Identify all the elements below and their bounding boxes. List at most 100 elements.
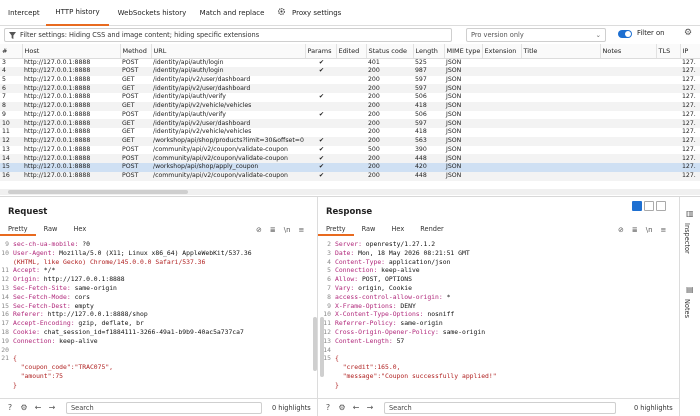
table-cell xyxy=(656,84,680,93)
tab-hex[interactable]: Hex xyxy=(65,222,94,236)
back-icon[interactable]: ← xyxy=(350,403,362,412)
table-cell: /identity/api/auth/verify xyxy=(153,93,226,101)
forward-icon[interactable]: → xyxy=(364,403,376,412)
filter-settings-button[interactable]: Filter settings: Hiding CSS and image co… xyxy=(4,28,452,42)
table-cell xyxy=(305,119,336,128)
code-line: 11 Accept: */* xyxy=(0,266,310,275)
request-editor[interactable]: 9 sec-ch-ua-mobile: ?0 10 User-Agent: Mozil… xyxy=(0,240,310,390)
back-icon[interactable]: ← xyxy=(32,403,44,412)
table-cell: /community/api/v2/coupon/validate-coupon xyxy=(153,145,288,153)
newline-icon[interactable]: \n xyxy=(646,226,653,234)
table-row[interactable]: 7 http://127.0.0.1:8888 POST/identity/api/… xyxy=(0,93,700,102)
column-header[interactable]: Method xyxy=(120,44,152,59)
help-icon[interactable]: ? xyxy=(322,403,334,412)
table-row[interactable]: 5 http://127.0.0.1:8888 GET/identity/api/v… xyxy=(0,76,700,85)
table-cell: /identity/api/v2/user/dashboard xyxy=(151,119,305,128)
table-row[interactable]: 3 http://127.0.0.1:8888 POST/identity/api/… xyxy=(0,58,700,67)
forward-icon[interactable]: → xyxy=(46,403,58,412)
column-header[interactable]: Title xyxy=(521,44,601,59)
table-cell: 200 xyxy=(368,75,380,83)
settings-icon[interactable]: ⚙ xyxy=(336,403,348,412)
table-row[interactable]: 15 http://127.0.0.1:8888 POST/workshop/api… xyxy=(0,163,700,172)
column-header[interactable]: TLS xyxy=(656,44,681,59)
table-row[interactable]: 13 http://127.0.0.1:8888 POST/community/ap… xyxy=(0,146,700,155)
tab-raw[interactable]: Raw xyxy=(36,222,66,236)
table-row[interactable]: 8 http://127.0.0.1:8888 GET/identity/api/v… xyxy=(0,101,700,111)
column-header[interactable]: Notes xyxy=(600,44,657,59)
tab-websockets-history[interactable]: WebSockets history xyxy=(109,0,195,26)
column-header[interactable]: URL xyxy=(151,44,306,59)
table-cell: 127. xyxy=(682,58,696,66)
code-line: 2 Server: openresty/1.27.1.2 xyxy=(322,240,672,249)
table-cell: ✔ xyxy=(305,163,336,172)
scope-select[interactable]: Pro version only ⌄ xyxy=(466,28,606,42)
tab-pretty[interactable]: Pretty xyxy=(318,222,354,236)
layout-single-button[interactable] xyxy=(656,201,666,211)
column-header[interactable]: Status code xyxy=(366,44,414,59)
inspector-icon[interactable]: ▥ xyxy=(686,209,694,218)
response-search-input[interactable]: Search xyxy=(384,402,616,414)
sidebar-item-notes[interactable]: Notes xyxy=(683,299,691,318)
tab-proxy-settings[interactable]: Proxy settings xyxy=(269,0,349,26)
table-cell xyxy=(305,84,336,93)
line-number xyxy=(0,381,9,390)
tab-intercept[interactable]: Intercept xyxy=(0,0,46,26)
hide-icon[interactable]: ⊘ xyxy=(256,226,262,234)
column-header[interactable]: Params xyxy=(305,44,337,59)
column-header[interactable]: Length xyxy=(413,44,445,59)
wrap-icon[interactable]: ≣ xyxy=(632,226,638,234)
table-row[interactable]: 14 http://127.0.0.1:8888 POST/community/ap… xyxy=(0,154,700,163)
column-header[interactable]: # xyxy=(0,44,23,59)
line-number xyxy=(0,363,9,372)
table-row[interactable]: 9 http://127.0.0.1:8888 POST/identity/api/… xyxy=(0,111,700,120)
code-line: (KHTML, like Gecko) Chrome/145.0.0.0 Saf… xyxy=(0,258,310,267)
sidebar-item-inspector[interactable]: Inspector xyxy=(683,223,691,254)
request-scrollbar[interactable] xyxy=(313,317,317,371)
table-row[interactable]: 4 http://127.0.0.1:8888 POST/identity/api/… xyxy=(0,66,700,76)
column-header[interactable]: MIME type xyxy=(444,44,483,59)
table-row[interactable]: 16 http://127.0.0.1:8888 POST/community/ap… xyxy=(0,171,700,181)
layout-stacked-button[interactable] xyxy=(644,201,654,211)
table-row[interactable]: 6 http://127.0.0.1:8888 GET/identity/api/v… xyxy=(0,84,700,93)
layout-side-by-side-button[interactable] xyxy=(632,201,642,211)
request-search-input[interactable]: Search xyxy=(66,402,262,414)
tab-pretty[interactable]: Pretty xyxy=(0,222,36,236)
menu-icon[interactable]: ≡ xyxy=(661,226,667,234)
response-highlights-count: 0 highlights xyxy=(634,404,673,412)
tab-render[interactable]: Render xyxy=(412,222,451,236)
filter-toggle[interactable] xyxy=(618,30,632,38)
response-scrollbar[interactable] xyxy=(320,317,324,377)
tab-hex[interactable]: Hex xyxy=(383,222,412,236)
tab-raw[interactable]: Raw xyxy=(354,222,384,236)
newline-icon[interactable]: \n xyxy=(284,226,291,234)
column-header[interactable]: IP xyxy=(680,44,700,59)
header-value: openresty/1.27.1.2 xyxy=(361,240,436,248)
table-cell xyxy=(336,66,366,76)
code-line: "amount":75 xyxy=(0,372,310,381)
help-icon[interactable]: ? xyxy=(4,403,16,412)
line-number: 11 xyxy=(1,266,9,275)
column-header[interactable]: Host xyxy=(22,44,121,59)
hide-icon[interactable]: ⊘ xyxy=(618,226,624,234)
settings-icon[interactable]: ⚙ xyxy=(684,28,692,38)
horizontal-scrollbar[interactable] xyxy=(0,189,700,195)
column-header[interactable]: Extension xyxy=(482,44,522,59)
table-cell: ✔ xyxy=(318,93,325,101)
layout-buttons xyxy=(632,201,666,211)
table-row[interactable]: 10 http://127.0.0.1:8888 GET/identity/api/… xyxy=(0,119,700,128)
table-cell: /identity/api/v2/vehicle/vehicles xyxy=(151,101,305,111)
menu-icon[interactable]: ≡ xyxy=(299,226,305,234)
header-value: { xyxy=(13,354,17,363)
code-line: 20 xyxy=(0,346,310,355)
wrap-icon[interactable]: ≣ xyxy=(270,226,276,234)
notes-icon[interactable]: ▤ xyxy=(686,285,694,294)
header-value: same-origin xyxy=(396,319,443,328)
response-editor[interactable]: 2 Server: openresty/1.27.1.2 3 Date: Mon, 1… xyxy=(322,240,672,390)
tab-http-history[interactable]: HTTP history xyxy=(46,0,109,26)
table-cell: GET xyxy=(120,84,151,93)
tab-match-and-replace[interactable]: Match and replace xyxy=(195,0,269,26)
table-row[interactable]: 12 http://127.0.0.1:8888 GET/workshop/api/… xyxy=(0,136,700,146)
settings-icon[interactable]: ⚙ xyxy=(18,403,30,412)
table-row[interactable]: 11 http://127.0.0.1:8888 GET/identity/api/… xyxy=(0,128,700,137)
column-header[interactable]: Edited xyxy=(336,44,367,59)
